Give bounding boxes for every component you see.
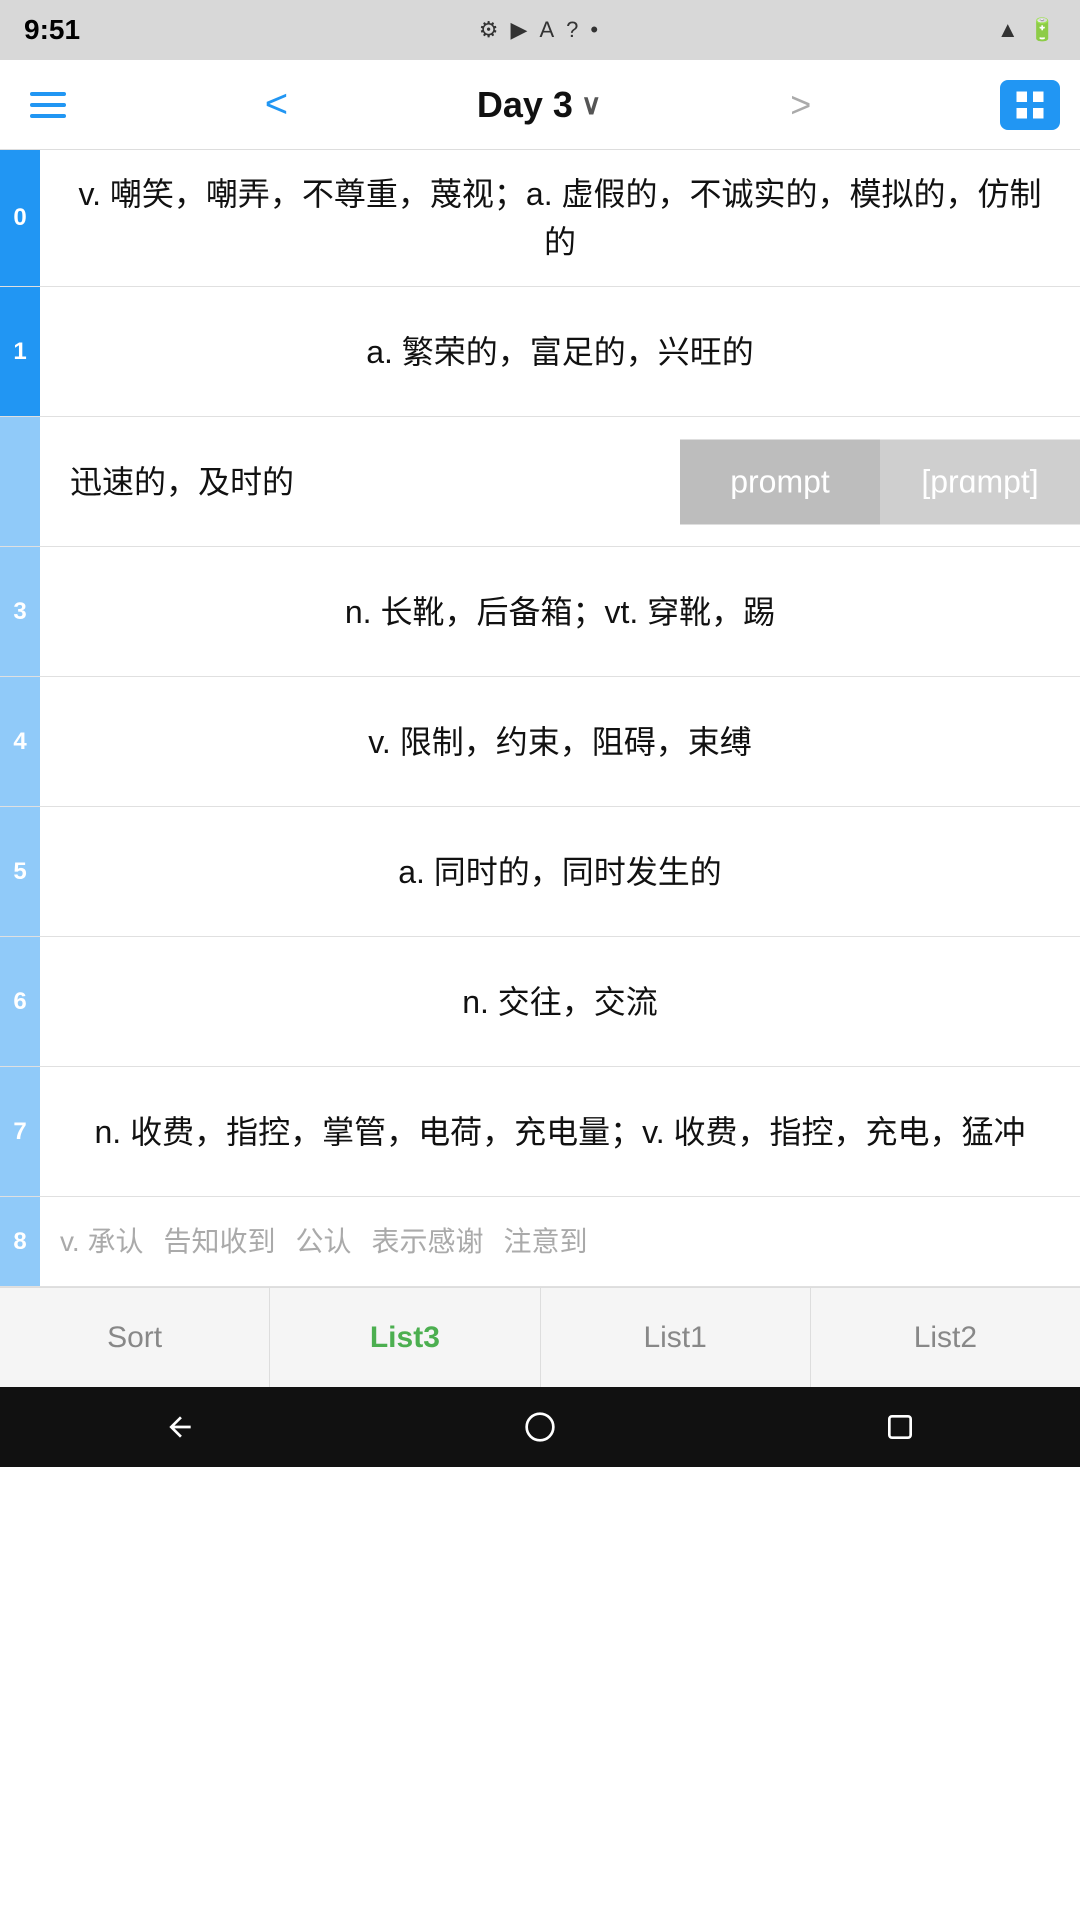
bottom-tab-bar: Sort List3 List1 List2 [0, 1287, 1080, 1387]
word-definition: v. 限制，约束，阻碍，束缚 [40, 677, 1080, 806]
word-row[interactable]: 0 v. 嘲笑，嘲弄，不尊重，蔑视；a. 虚假的，不诚实的，模拟的，仿制的 [0, 150, 1080, 287]
word-row[interactable]: 3 n. 长靴，后备箱；vt. 穿靴，踢 [0, 547, 1080, 677]
word-index [0, 417, 40, 546]
word-definition: n. 收费，指控，掌管，电荷，充电量；v. 收费，指控，充电，猛冲 [40, 1067, 1080, 1196]
word-row[interactable]: 8 v. 承认 告知收到 公认 表示感谢 注意到 [0, 1197, 1080, 1287]
partial-text-2: 告知收到 [163, 1221, 275, 1263]
signal-icon: ▲ [997, 17, 1019, 43]
word-index: 3 [0, 547, 40, 676]
android-back-button[interactable] [150, 1397, 210, 1457]
grid-view-button[interactable] [1000, 80, 1060, 130]
word-row-popup[interactable]: 迅速的，及时的 prompt [prɑmpt] [0, 417, 1080, 547]
battery-icon: 🔋 [1029, 17, 1056, 43]
word-definition: a. 同时的，同时发生的 [40, 807, 1080, 936]
status-bar: 9:51 ⚙ ▶ A ? • ▲ 🔋 [0, 0, 1080, 60]
word-popup[interactable]: prompt [prɑmpt] [680, 439, 1080, 524]
word-row[interactable]: 4 v. 限制，约束，阻碍，束缚 [0, 677, 1080, 807]
android-home-button[interactable] [510, 1397, 570, 1457]
android-recent-button[interactable] [870, 1397, 930, 1457]
word-index: 1 [0, 287, 40, 416]
play-icon: ▶ [511, 17, 528, 43]
word-index: 4 [0, 677, 40, 806]
word-definition: n. 长靴，后备箱；vt. 穿靴，踢 [40, 547, 1080, 676]
word-row[interactable]: 6 n. 交往，交流 [0, 937, 1080, 1067]
chevron-down-icon: ∨ [581, 88, 602, 121]
a-icon: A [539, 17, 554, 43]
word-definition: v. 嘲笑，嘲弄，不尊重，蔑视；a. 虚假的，不诚实的，模拟的，仿制的 [40, 150, 1080, 286]
word-row[interactable]: 1 a. 繁荣的，富足的，兴旺的 [0, 287, 1080, 417]
word-row[interactable]: 7 n. 收费，指控，掌管，电荷，充电量；v. 收费，指控，充电，猛冲 [0, 1067, 1080, 1197]
partial-text-1: v. 承认 [60, 1221, 143, 1263]
tab-list1[interactable]: List1 [541, 1288, 811, 1387]
status-time: 9:51 [24, 14, 80, 46]
nav-bar: < Day 3 ∨ > [0, 60, 1080, 150]
word-definition: n. 交往，交流 [40, 937, 1080, 1066]
popup-phonetic: [prɑmpt] [880, 439, 1080, 524]
gear-icon: ⚙ [479, 17, 499, 43]
tab-sort[interactable]: Sort [0, 1288, 270, 1387]
status-right: ▲ 🔋 [997, 17, 1056, 43]
menu-button[interactable] [20, 82, 76, 128]
partial-text-5: 注意到 [504, 1221, 588, 1263]
forward-button[interactable]: > [774, 84, 827, 126]
android-nav-bar [0, 1387, 1080, 1467]
word-index: 6 [0, 937, 40, 1066]
day-title[interactable]: Day 3 ∨ [477, 84, 602, 126]
word-row[interactable]: 5 a. 同时的，同时发生的 [0, 807, 1080, 937]
word-definition-partial: v. 承认 告知收到 公认 表示感谢 注意到 [40, 1197, 1080, 1286]
word-index: 7 [0, 1067, 40, 1196]
tab-list2[interactable]: List2 [811, 1288, 1080, 1387]
word-list: 0 v. 嘲笑，嘲弄，不尊重，蔑视；a. 虚假的，不诚实的，模拟的，仿制的 1 … [0, 150, 1080, 1287]
day-label: Day 3 [477, 84, 573, 126]
back-button[interactable]: < [249, 82, 304, 127]
question-icon: ? [566, 17, 578, 43]
status-icons: ⚙ ▶ A ? • [479, 17, 598, 43]
partial-text-3: 公认 [296, 1221, 352, 1263]
partial-text-4: 表示感谢 [372, 1221, 484, 1263]
dot-icon: • [590, 17, 598, 43]
word-index: 5 [0, 807, 40, 936]
tab-list3[interactable]: List3 [270, 1288, 540, 1387]
word-definition: a. 繁荣的，富足的，兴旺的 [40, 287, 1080, 416]
word-index: 8 [0, 1197, 40, 1286]
word-index: 0 [0, 150, 40, 286]
popup-word: prompt [680, 439, 880, 524]
